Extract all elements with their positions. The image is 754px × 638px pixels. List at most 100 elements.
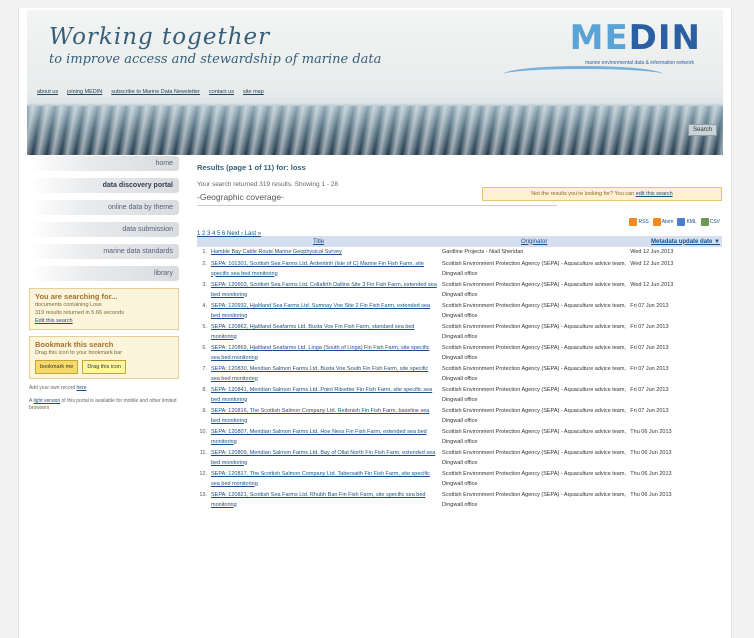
rss-icon <box>629 218 638 226</box>
bookmark-instructions: Drag this icon to your bookmark bar <box>35 350 123 356</box>
column-originator[interactable]: Originator <box>440 236 629 247</box>
result-title-link[interactable]: SEPA: 120807, Meridian Salmon Farms Ltd.… <box>211 429 427 445</box>
table-row: 7. SEPA: 120830, Meridian Salmon Farms L… <box>197 364 722 385</box>
sidebar-item-marine-data-standards[interactable]: marine data standards <box>29 244 179 259</box>
sea-image <box>27 106 723 155</box>
add-record-note: Add your own record here <box>29 385 87 391</box>
result-title-link[interactable]: Hamble Bay Cable Route Marine Geophysica… <box>211 249 342 255</box>
result-originator: Scottish Environment Protection Agency (… <box>442 345 626 361</box>
table-row: 13. SEPA: 120821, Scottish Sea Farms Ltd… <box>197 490 722 511</box>
result-title-link[interactable]: SEPA: 120830, Meridian Salmon Farms Ltd.… <box>211 366 428 382</box>
results-panel: Results (page 1 of 11) for: loss Your se… <box>197 163 722 511</box>
bookmark-heading: Bookmark this search <box>35 340 114 349</box>
bookmark-me-button[interactable]: bookmark me <box>35 360 79 374</box>
nav-newsletter[interactable]: subscribe to Marine Data Newsletter <box>111 89 200 95</box>
bookmark-box: Bookmark this search Drag this icon to y… <box>29 336 179 379</box>
result-title-link[interactable]: SEPA: 120816, The Scottish Salmon Compan… <box>211 408 429 424</box>
result-originator: Scottish Environment Protection Agency (… <box>442 366 626 382</box>
search-summary-query: documents containing Loss <box>35 302 102 308</box>
results-table: Title Originator Metadata update date ▼ … <box>197 236 722 511</box>
export-csv[interactable]: CSV <box>700 218 720 226</box>
atom-icon <box>652 218 661 226</box>
medin-logo[interactable]: MEDIN <box>570 18 701 58</box>
table-row: 6. SEPA: 120869, Hjaltland Seafarms Ltd.… <box>197 343 722 364</box>
search-summary-heading: You are searching for... <box>35 292 118 301</box>
result-originator: Scottish Environment Protection Agency (… <box>442 429 626 445</box>
table-row: 9. SEPA: 120816, The Scottish Salmon Com… <box>197 406 722 427</box>
result-date: Fri 07 Jun 2013 <box>630 408 669 414</box>
result-originator: Scottish Environment Protection Agency (… <box>442 261 626 277</box>
result-date: Fri 07 Jun 2013 <box>630 345 669 351</box>
results-title: Results (page 1 of 11) for: loss <box>197 163 306 172</box>
column-date[interactable]: Metadata update date ▼ <box>628 236 722 247</box>
csv-icon <box>700 218 709 226</box>
result-date: Fri 07 Jun 2013 <box>630 324 669 330</box>
export-links: RSS Atom KML CSV <box>629 218 720 226</box>
result-title-link[interactable]: SEPA: 120932, Hjaltland Sea Farms Ltd. S… <box>211 303 430 319</box>
table-row: 2. SEPA: 101301, Scottish Sea Farms Ltd.… <box>197 259 722 280</box>
result-date: Wed 12 Jun 2013 <box>630 261 674 267</box>
table-row: 1. Hamble Bay Cable Route Marine Geophys… <box>197 247 722 259</box>
nav-contact-us[interactable]: contact us <box>209 89 234 95</box>
add-record-link[interactable]: here <box>77 385 87 391</box>
result-title-link[interactable]: SEPA: 120821, Scottish Sea Farms Ltd. Rh… <box>211 492 426 508</box>
sidebar: home data discovery portal online data b… <box>29 156 179 412</box>
page: Working together to improve access and s… <box>18 8 732 638</box>
nav-joining-medin[interactable]: joining MEDIN <box>67 89 102 95</box>
nav-site-map[interactable]: site map <box>243 89 264 95</box>
result-originator: Scottish Environment Protection Agency (… <box>442 450 626 466</box>
banner-subtitle: to improve access and stewardship of mar… <box>49 52 382 67</box>
result-date: Thu 06 Jun 2013 <box>630 492 672 498</box>
result-title-link[interactable]: SEPA: 120841, Meridian Salmon Farms Ltd.… <box>211 387 432 403</box>
edit-search-link[interactable]: Edit this search <box>35 317 173 325</box>
edit-search-link-main[interactable]: edit this search <box>636 191 673 197</box>
sidebar-item-library[interactable]: library <box>29 266 179 281</box>
result-originator: Gardline Projects - Niall Sheridan <box>442 249 524 255</box>
table-row: 8. SEPA: 120841, Meridian Salmon Farms L… <box>197 385 722 406</box>
light-version-link[interactable]: light version <box>33 398 60 404</box>
result-originator: Scottish Environment Protection Agency (… <box>442 387 626 403</box>
result-date: Fri 07 Jun 2013 <box>630 303 669 309</box>
table-row: 12. SEPA: 120817, The Scottish Salmon Co… <box>197 469 722 490</box>
result-originator: Scottish Environment Protection Agency (… <box>442 303 626 319</box>
pagination[interactable]: 1 2 3 4 5 6 Next › Last » <box>197 231 261 237</box>
result-originator: Scottish Environment Protection Agency (… <box>442 492 626 508</box>
result-date: Thu 06 Jun 2013 <box>630 471 672 477</box>
column-title[interactable]: Title <box>197 236 441 247</box>
table-row: 3. SEPA: 120603, Scottish Sea Farms Ltd.… <box>197 280 722 301</box>
sidebar-item-home[interactable]: home <box>29 156 179 171</box>
search-button[interactable]: Search <box>687 124 717 136</box>
divider <box>197 205 557 206</box>
result-title-link[interactable]: SEPA: 120817, The Scottish Salmon Compan… <box>211 471 430 487</box>
result-date: Thu 06 Jun 2013 <box>630 450 672 456</box>
result-date: Fri 07 Jun 2013 <box>630 387 669 393</box>
export-atom[interactable]: Atom <box>652 218 673 226</box>
search-summary-count: 319 results returned in 5.66 seconds <box>35 310 124 316</box>
export-rss[interactable]: RSS <box>629 218 649 226</box>
table-row: 11. SEPA: 120809, Meridian Salmon Farms … <box>197 448 722 469</box>
site-banner: Working together to improve access and s… <box>27 10 723 155</box>
kml-icon <box>677 218 686 226</box>
result-title-link[interactable]: SEPA: 120869, Hjaltland Seafarms Ltd. Li… <box>211 345 429 361</box>
result-title-link[interactable]: SEPA: 101301, Scottish Sea Farms Ltd. Ar… <box>211 261 424 277</box>
result-title-link[interactable]: SEPA: 120809, Meridian Salmon Farms Ltd.… <box>211 450 435 466</box>
export-kml[interactable]: KML <box>677 218 697 226</box>
sidebar-item-data-submission[interactable]: data submission <box>29 222 179 237</box>
result-date: Wed 12 Jun 2013 <box>630 249 674 255</box>
not-found-notice: Not the results you're looking for? You … <box>482 187 722 201</box>
result-title-link[interactable]: SEPA: 120862, Hjaltland Seafarms Ltd. Bu… <box>211 324 415 340</box>
sidebar-item-data-discovery-portal[interactable]: data discovery portal <box>29 178 179 193</box>
result-originator: Scottish Environment Protection Agency (… <box>442 471 626 487</box>
logo-swoosh <box>503 66 663 83</box>
logo-tagline: marine environmental data & information … <box>585 60 694 66</box>
top-nav: about us joining MEDIN subscribe to Mari… <box>37 89 264 95</box>
result-title-link[interactable]: SEPA: 120603, Scottish Sea Farms Ltd. Co… <box>211 282 437 298</box>
result-originator: Scottish Environment Protection Agency (… <box>442 282 626 298</box>
banner-title: Working together <box>49 24 271 50</box>
result-date: Thu 06 Jun 2013 <box>630 429 672 435</box>
search-summary-box: You are searching for... documents conta… <box>29 288 179 330</box>
nav-about-us[interactable]: about us <box>37 89 58 95</box>
sidebar-item-online-data-by-theme[interactable]: online data by theme <box>29 200 179 215</box>
light-version-note: A light version of this portal is availa… <box>29 398 177 411</box>
drag-bookmark-icon[interactable]: Drag this icon <box>82 360 126 374</box>
